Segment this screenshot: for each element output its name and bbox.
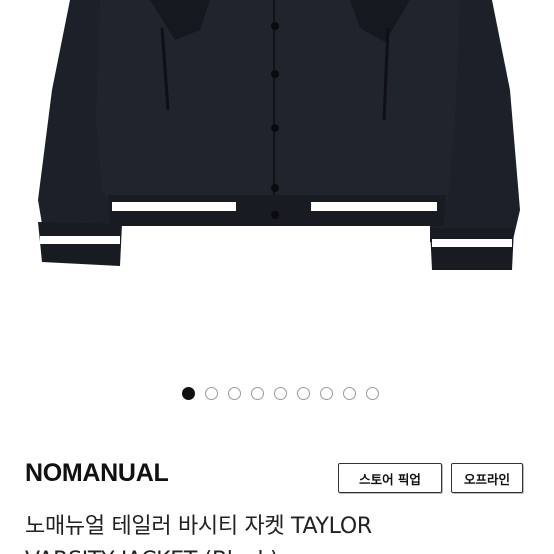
carousel-dot-2[interactable]	[204, 386, 218, 400]
right-cuff	[430, 228, 514, 270]
right-cuff-stripe	[432, 239, 512, 247]
product-title-line-1: 노매뉴얼 테일러 바시티 자켓 TAYLOR	[25, 514, 372, 539]
product-title-line-2: VARSITY JACKET (Black)	[25, 544, 545, 554]
carousel-dot-9[interactable]	[365, 386, 379, 400]
carousel-dot-5[interactable]	[273, 386, 287, 400]
waistband-stripe-right	[311, 202, 437, 211]
jacket-body	[96, 0, 460, 206]
snap-button	[271, 22, 279, 30]
carousel-dot-7[interactable]	[319, 386, 333, 400]
store-pickup-badge: 스토어 픽업	[338, 463, 442, 493]
snap-button	[271, 211, 279, 219]
snap-button	[271, 184, 279, 192]
brand-name[interactable]: NOMANUAL	[25, 459, 169, 488]
snap-button	[271, 124, 279, 132]
carousel-dot-1[interactable]	[181, 386, 195, 400]
jacket-illustration	[38, 0, 520, 270]
product-image[interactable]	[0, 0, 554, 350]
carousel-dot-8[interactable]	[342, 386, 356, 400]
carousel-dot-6[interactable]	[296, 386, 310, 400]
left-cuff-stripe	[40, 236, 120, 244]
offline-badge: 오프라인	[451, 463, 523, 493]
waistband-stripe-left	[112, 202, 236, 211]
product-detail-page: NOMANUAL 스토어 픽업 오프라인 노매뉴얼 테일러 바시티 자켓 TAY…	[0, 0, 554, 554]
carousel-dots	[3, 383, 554, 403]
carousel-dot-4[interactable]	[250, 386, 264, 400]
snap-button	[271, 70, 279, 78]
product-title: 노매뉴얼 테일러 바시티 자켓 TAYLOR VARSITY JACKET (B…	[25, 510, 545, 554]
carousel-dot-3[interactable]	[227, 386, 241, 400]
